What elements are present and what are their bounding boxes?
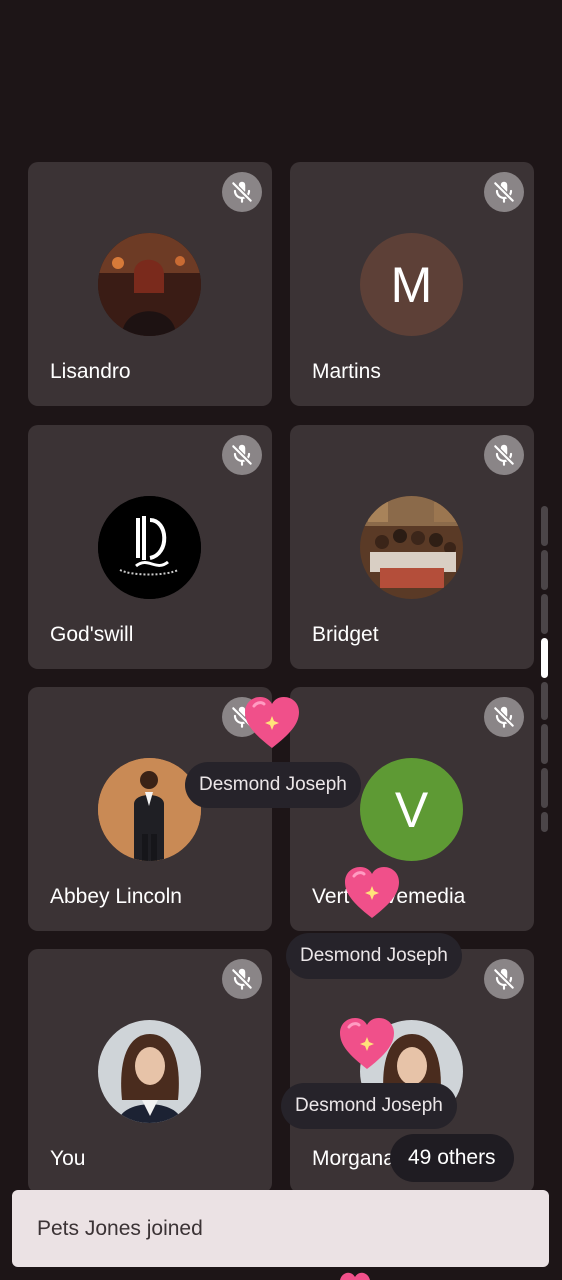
heart-icon: [242, 694, 302, 754]
brand-logo-icon: [98, 496, 201, 599]
others-participants-button[interactable]: 49 others: [390, 1134, 514, 1182]
scroll-segment: [541, 506, 548, 546]
participant-tile[interactable]: V Vert Wavemedia: [290, 687, 534, 931]
scroll-segment: [541, 768, 548, 808]
participant-name: Lisandro: [50, 360, 131, 383]
participant-name: Abbey Lincoln: [50, 885, 182, 908]
mic-off-icon: [484, 172, 524, 212]
participant-name: Bridget: [312, 623, 379, 646]
participant-tile-self[interactable]: You: [28, 949, 272, 1193]
heart-icon: [340, 1272, 370, 1280]
reaction-sender-label: Desmond Joseph: [185, 762, 361, 808]
reaction-sender-label: Desmond Joseph: [286, 933, 462, 979]
scroll-segment: [541, 594, 548, 634]
mic-off-icon: [484, 959, 524, 999]
avatar: [98, 758, 201, 861]
avatar: [98, 233, 201, 336]
mic-off-icon: [484, 435, 524, 475]
participant-name: God'swill: [50, 623, 134, 646]
avatar: V: [360, 758, 463, 861]
participant-tile[interactable]: Lisandro: [28, 162, 272, 406]
heart-icon: [337, 1015, 397, 1075]
scroll-segment: [541, 682, 548, 720]
join-notification-toast: Pets Jones joined: [12, 1190, 549, 1267]
participant-tile[interactable]: M Martins: [290, 162, 534, 406]
reaction-sender-label: Desmond Joseph: [281, 1083, 457, 1129]
scroll-segment-active: [541, 638, 548, 678]
logo-avatar: [98, 496, 201, 599]
toast-text: Pets Jones joined: [37, 1217, 203, 1240]
participant-name: Morgana: [312, 1147, 395, 1170]
heart-icon: [342, 864, 402, 924]
avatar-letter: V: [394, 781, 429, 838]
scroll-segment: [541, 550, 548, 590]
participant-name: You: [50, 1147, 86, 1170]
avatar: M: [360, 233, 463, 336]
avatar: [98, 1020, 201, 1123]
participant-name: Martins: [312, 360, 381, 383]
avatar-letter: M: [390, 256, 433, 313]
mic-off-icon: [484, 697, 524, 737]
mic-off-icon: [222, 172, 262, 212]
participant-tile[interactable]: Abbey Lincoln: [28, 687, 272, 931]
scroll-segment: [541, 724, 548, 764]
participant-tile[interactable]: Bridget: [290, 425, 534, 669]
mic-off-icon: [222, 959, 262, 999]
mic-off-icon: [222, 435, 262, 475]
scroll-segment: [541, 812, 548, 832]
avatar: [360, 496, 463, 599]
participant-tile[interactable]: God'swill: [28, 425, 272, 669]
